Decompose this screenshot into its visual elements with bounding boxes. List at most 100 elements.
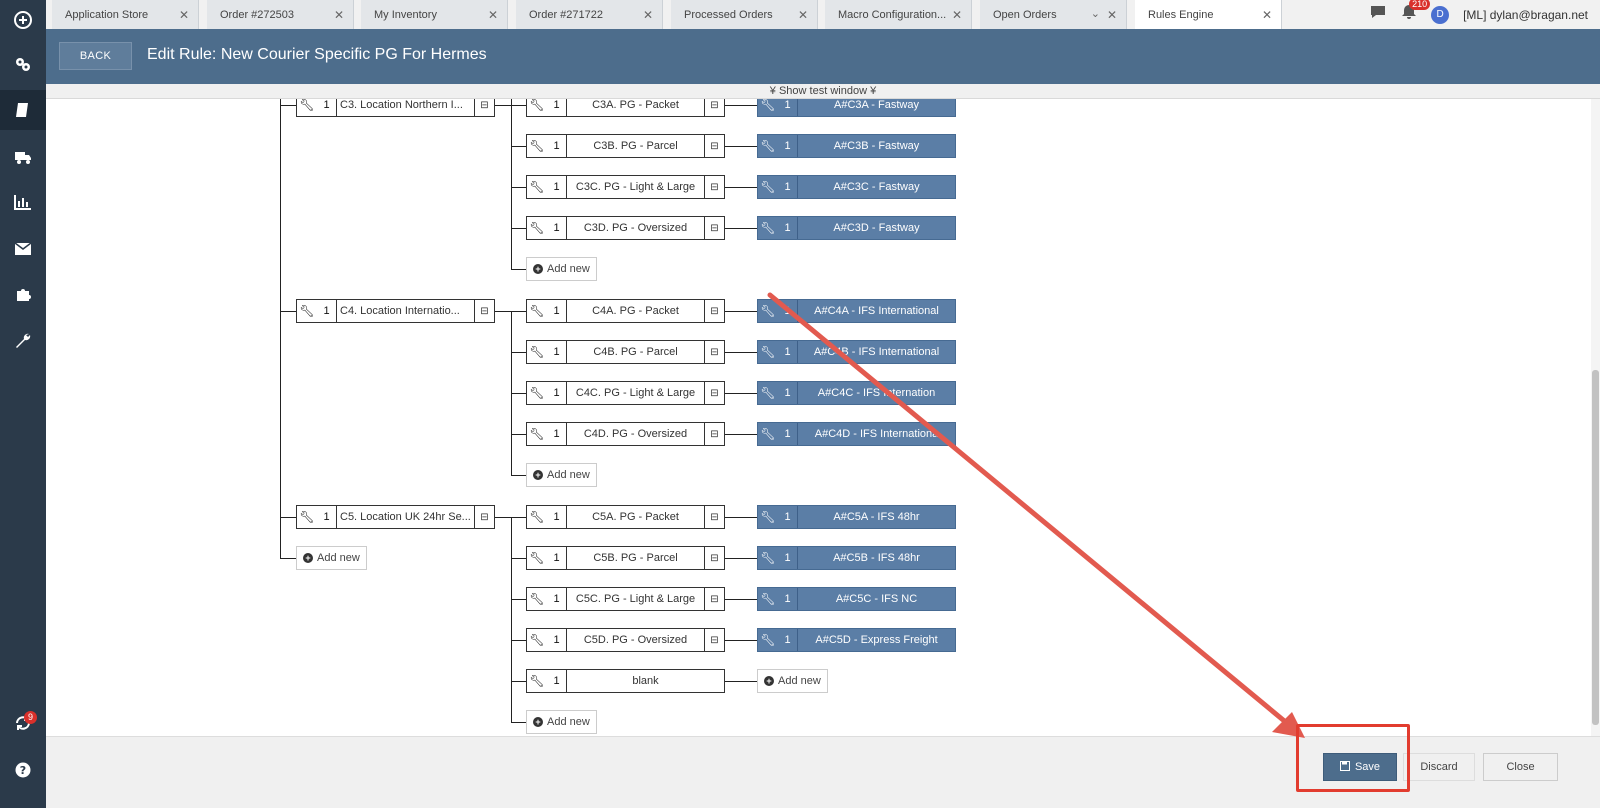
action-node[interactable]: 🔧︎ 1 A#C5B - IFS 48hr — [757, 546, 956, 570]
wrench-icon[interactable]: 🔧︎ — [527, 382, 547, 404]
collapse-icon[interactable]: ⊟ — [704, 382, 724, 404]
action-node[interactable]: 🔧︎ 1 A#C3C - Fastway — [757, 175, 956, 199]
wrench-icon[interactable]: 🔧︎ — [527, 547, 547, 569]
tab-order-272503[interactable]: Order #272503 ✕ — [207, 0, 354, 29]
close-icon[interactable]: ✕ — [643, 8, 653, 22]
collapse-icon[interactable]: ⊟ — [704, 300, 724, 322]
close-icon[interactable]: ✕ — [334, 8, 344, 22]
show-test-window-toggle[interactable]: ¥ Show test window ¥ — [46, 84, 1600, 99]
back-button[interactable]: BACK — [59, 42, 132, 70]
collapse-icon[interactable]: ⊟ — [704, 547, 724, 569]
group-node-c3[interactable]: 🔧︎ 1 C3. Location Northern I... ⊟ — [296, 99, 495, 117]
rule-node[interactable]: 🔧︎ 1 C4A. PG - Packet ⊟ — [526, 299, 725, 323]
close-icon[interactable]: ✕ — [1262, 8, 1272, 22]
user-email[interactable]: [ML] dylan@bragan.net — [1463, 8, 1588, 22]
close-icon[interactable]: ✕ — [179, 8, 189, 22]
rule-node[interactable]: 🔧︎ 1 C4C. PG - Light & Large ⊟ — [526, 381, 725, 405]
tab-my-inventory[interactable]: My Inventory ✕ — [361, 0, 508, 29]
collapse-icon[interactable]: ⊟ — [474, 99, 494, 116]
action-node[interactable]: 🔧︎ 1 A#C4D - IFS Internationa — [757, 422, 956, 446]
book-icon[interactable] — [0, 90, 46, 130]
wrench-icon[interactable]: 🔧︎ — [758, 341, 778, 363]
wrench-icon[interactable]: 🔧︎ — [527, 341, 547, 363]
add-new-button[interactable]: + Add new — [526, 710, 597, 734]
scrollbar-thumb[interactable] — [1592, 370, 1599, 725]
tab-macro-configuration[interactable]: Macro Configuration... ✕ — [825, 0, 972, 29]
rule-node[interactable]: 🔧︎ 1 C4B. PG - Parcel ⊟ — [526, 340, 725, 364]
wrench-icon[interactable]: 🔧︎ — [758, 135, 778, 157]
action-node[interactable]: 🔧︎ 1 A#C5A - IFS 48hr — [757, 505, 956, 529]
chevron-down-icon[interactable]: ⌄ — [1091, 7, 1100, 20]
close-button[interactable]: Close — [1483, 753, 1558, 781]
close-icon[interactable]: ✕ — [1107, 8, 1117, 22]
collapse-icon[interactable]: ⊟ — [704, 341, 724, 363]
logo-icon[interactable] — [0, 0, 46, 40]
wrench-icon[interactable]: 🔧︎ — [297, 99, 317, 116]
sync-icon[interactable]: 9 — [0, 703, 46, 743]
wrench-icon[interactable]: 🔧︎ — [527, 176, 547, 198]
wrench-icon[interactable]: 🔧︎ — [527, 670, 547, 692]
settings-cogs-icon[interactable] — [0, 44, 46, 84]
help-icon[interactable]: ? — [0, 750, 46, 790]
envelope-icon[interactable] — [0, 229, 46, 269]
rule-node-blank[interactable]: 🔧︎ 1 blank — [526, 669, 725, 693]
rule-node[interactable]: 🔧︎ 1 C5A. PG - Packet ⊟ — [526, 505, 725, 529]
truck-icon[interactable] — [0, 137, 46, 177]
rule-node[interactable]: 🔧︎ 1 C3B. PG - Parcel ⊟ — [526, 134, 725, 158]
action-node[interactable]: 🔧︎ 1 A#C5D - Express Freight — [757, 628, 956, 652]
action-node[interactable]: 🔧︎ 1 A#C3B - Fastway — [757, 134, 956, 158]
wrench-icon[interactable]: 🔧︎ — [758, 382, 778, 404]
wrench-icon[interactable]: 🔧︎ — [758, 547, 778, 569]
wrench-icon[interactable]: 🔧︎ — [758, 423, 778, 445]
wrench-icon[interactable]: 🔧︎ — [297, 300, 317, 322]
collapse-icon[interactable]: ⊟ — [704, 176, 724, 198]
rule-node[interactable]: 🔧︎ 1 C3D. PG - Oversized ⊟ — [526, 216, 725, 240]
root-add-new-button[interactable]: + Add new — [296, 546, 367, 570]
collapse-icon[interactable]: ⊟ — [704, 99, 724, 116]
rule-node[interactable]: 🔧︎ 1 C4D. PG - Oversized ⊟ — [526, 422, 725, 446]
chat-icon[interactable] — [1369, 4, 1387, 25]
chart-icon[interactable] — [0, 182, 46, 222]
tab-processed-orders[interactable]: Processed Orders ✕ — [671, 0, 818, 29]
wrench-icon[interactable]: 🔧︎ — [527, 629, 547, 651]
wrench-icon[interactable]: 🔧︎ — [527, 217, 547, 239]
bell-icon[interactable]: 210 — [1401, 0, 1431, 25]
action-node[interactable]: 🔧︎ 1 A#C3D - Fastway — [757, 216, 956, 240]
collapse-icon[interactable]: ⊟ — [704, 217, 724, 239]
wrench-icon[interactable]: 🔧︎ — [758, 300, 778, 322]
close-icon[interactable]: ✕ — [798, 8, 808, 22]
close-icon[interactable]: ✕ — [488, 8, 498, 22]
avatar[interactable]: D — [1431, 5, 1450, 24]
tab-open-orders[interactable]: Open Orders ⌄ ✕ — [980, 0, 1127, 29]
wrench-icon[interactable]: 🔧︎ — [527, 135, 547, 157]
wrench-icon[interactable]: 🔧︎ — [527, 99, 547, 116]
collapse-icon[interactable]: ⊟ — [474, 300, 494, 322]
wrench-icon[interactable]: 🔧︎ — [758, 217, 778, 239]
action-node[interactable]: 🔧︎ 1 A#C4B - IFS International — [757, 340, 956, 364]
close-icon[interactable]: ✕ — [952, 8, 962, 22]
wrench-icon[interactable]: 🔧︎ — [527, 506, 547, 528]
tab-application-store[interactable]: Application Store ✕ — [52, 0, 199, 29]
wrench-icon[interactable]: 🔧︎ — [527, 423, 547, 445]
collapse-icon[interactable]: ⊟ — [704, 629, 724, 651]
collapse-icon[interactable]: ⊟ — [704, 135, 724, 157]
group-node-c5[interactable]: 🔧︎ 1 C5. Location UK 24hr Se... ⊟ — [296, 505, 495, 529]
tab-rules-engine[interactable]: Rules Engine ✕ — [1135, 0, 1282, 29]
add-new-button[interactable]: + Add new — [526, 463, 597, 487]
tab-order-271722[interactable]: Order #271722 ✕ — [516, 0, 663, 29]
wrench-icon[interactable]: 🔧︎ — [758, 588, 778, 610]
wrench-icon[interactable]: 🔧︎ — [758, 99, 778, 116]
rule-node[interactable]: 🔧︎ 1 C5C. PG - Light & Large ⊟ — [526, 587, 725, 611]
action-node[interactable]: 🔧︎ 1 A#C5C - IFS NC — [757, 587, 956, 611]
wrench-icon[interactable]: 🔧︎ — [758, 506, 778, 528]
puzzle-icon[interactable] — [0, 274, 46, 314]
collapse-icon[interactable]: ⊟ — [704, 423, 724, 445]
group-node-c4[interactable]: 🔧︎ 1 C4. Location Internatio... ⊟ — [296, 299, 495, 323]
collapse-icon[interactable]: ⊟ — [704, 588, 724, 610]
wrench-icon[interactable]: 🔧︎ — [297, 506, 317, 528]
discard-button[interactable]: Discard — [1403, 753, 1475, 781]
collapse-icon[interactable]: ⊟ — [704, 506, 724, 528]
wrench-icon[interactable]: 🔧︎ — [758, 629, 778, 651]
rule-node[interactable]: 🔧︎ 1 C5B. PG - Parcel ⊟ — [526, 546, 725, 570]
rule-node[interactable]: 🔧︎ 1 C5D. PG - Oversized ⊟ — [526, 628, 725, 652]
